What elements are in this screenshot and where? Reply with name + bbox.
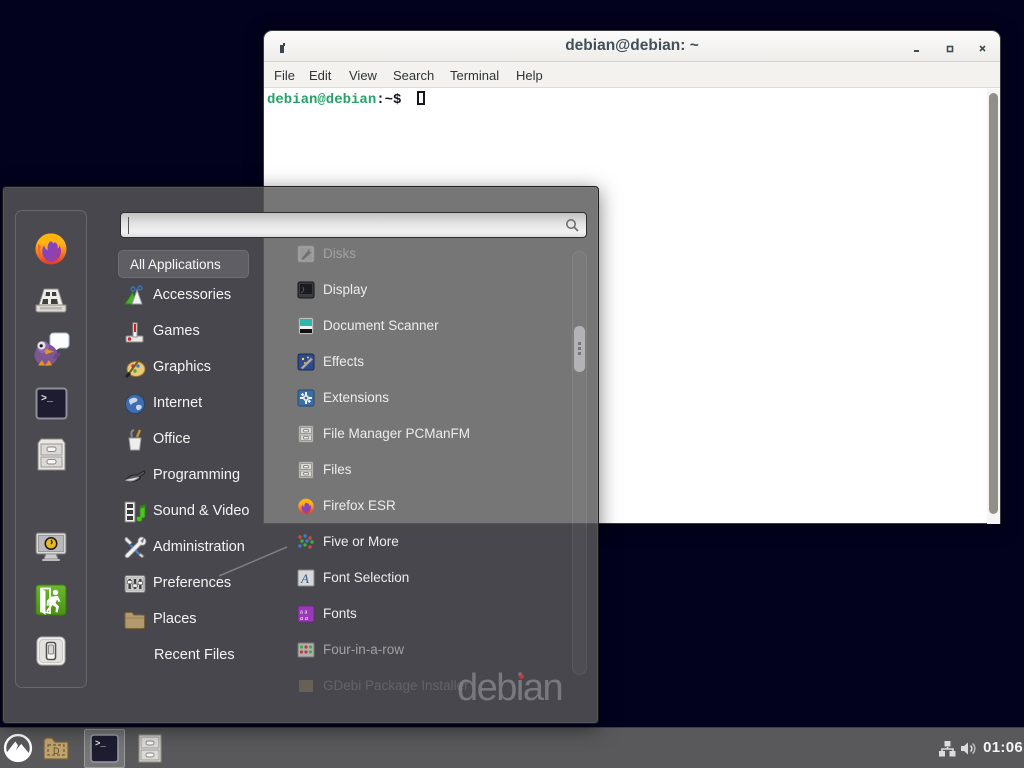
svg-text:a a: a a [300, 615, 308, 622]
svg-text:D: D [53, 746, 60, 756]
svg-text:A: A [300, 571, 309, 586]
svg-text:>_: >_ [41, 394, 54, 405]
svg-text:>_: >_ [95, 739, 106, 749]
